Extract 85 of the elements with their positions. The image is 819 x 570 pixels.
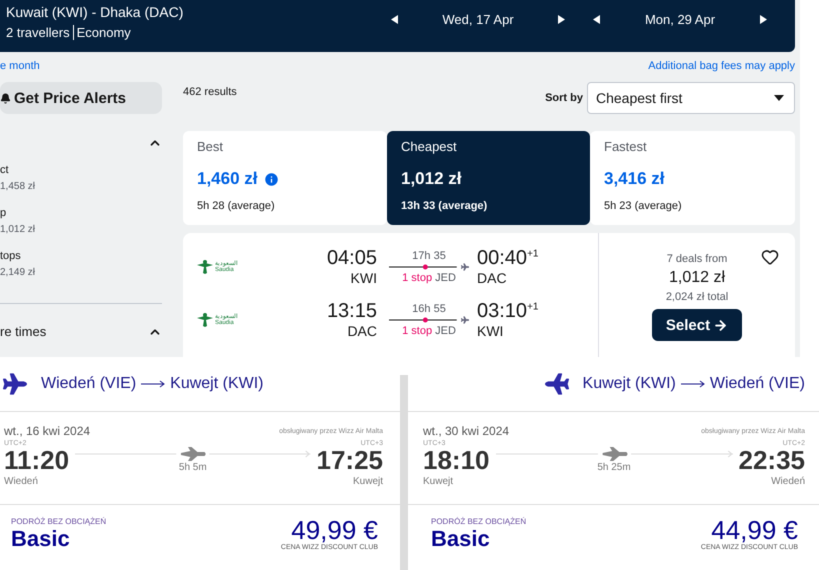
deals-label: 7 deals from	[666, 253, 728, 265]
stops-option-price: 2,149 zł	[0, 267, 36, 278]
cabin-label: Economy	[72, 25, 134, 40]
tab-duration: 5h 23 (average)	[604, 200, 683, 212]
sort-tab[interactable]: Fastest 3,416 zł 5h 23 (average)	[590, 131, 795, 225]
route-destination: Wiedeń (VIE)	[710, 375, 805, 393]
city-label: Kuwejt	[352, 476, 383, 487]
arrival-time: 22:35	[738, 447, 805, 473]
sort-tab[interactable]: Best 1,460 zł 5h 28 (average)	[183, 131, 387, 225]
flight-date: wt., 30 kwi 2024	[423, 424, 510, 438]
total-price: 2,024 zł total	[666, 291, 728, 303]
departure-time: 04:05	[326, 247, 377, 270]
airport-code: DAC	[477, 270, 507, 286]
next-arrow-icon[interactable]	[760, 14, 767, 24]
arrow-right-icon	[713, 318, 728, 332]
select-button[interactable]: Select	[652, 309, 742, 341]
prev-arrow-icon[interactable]	[593, 14, 600, 24]
next-arrow-icon[interactable]	[558, 14, 565, 24]
departure-time: 18:10	[423, 447, 490, 473]
tab-label: Cheapest	[401, 139, 458, 154]
plane-icon	[544, 372, 569, 396]
flight-duration: 5h 25m	[597, 462, 631, 473]
price-alerts-button[interactable]: Get Price Alerts	[0, 82, 162, 114]
route-origin: Wiedeń (VIE)	[41, 375, 136, 393]
tab-duration: 5h 28 (average)	[197, 200, 276, 212]
date-label[interactable]: Mon, 29 Apr	[614, 12, 746, 26]
sort-label: Sort by	[545, 92, 583, 104]
arrival-time: 03:10$^{+1}$	[477, 300, 538, 323]
city-label: Kuwejt	[423, 476, 454, 487]
plane-icon	[460, 262, 469, 272]
date-label[interactable]: Wed, 17 Apr	[412, 12, 544, 26]
route-origin: Kuwejt (KWI)	[582, 375, 676, 393]
airport-code: DAC	[347, 323, 377, 339]
flight-duration: 5h 5m	[178, 462, 207, 473]
stops-info: 1 stop JED	[402, 324, 456, 336]
stops-info: 1 stop JED	[402, 272, 456, 284]
city-label: Wiedeń	[771, 476, 805, 487]
sort-dropdown[interactable]: Cheapest first	[587, 82, 795, 114]
fare-name: Basic	[431, 526, 491, 552]
bell-icon	[0, 92, 11, 104]
route-title: Kuwait (KWI) - Dhaka (DAC)	[6, 4, 184, 20]
tab-price: 1,460 zł	[197, 169, 258, 189]
flight-duration: 16h 55	[412, 302, 446, 314]
fare-tagline: PODRÓŻ BEZ OBCIĄŻEŃ	[431, 517, 526, 526]
airport-code: KWI	[350, 270, 377, 286]
deal-price: 1,012 zł	[668, 269, 726, 287]
city-label: Wiedeń	[4, 476, 38, 487]
tab-label: Best	[197, 139, 224, 154]
section-title[interactable]: re times	[0, 324, 46, 339]
departure-time: 11:20	[4, 447, 70, 473]
fare-price: 44,99 €	[711, 517, 798, 544]
plane-icon	[460, 314, 469, 324]
stops-option-label[interactable]: ct	[0, 164, 162, 176]
route-line	[389, 262, 457, 270]
tab-label: Fastest	[604, 139, 648, 154]
arrow-icon	[680, 380, 706, 388]
airport-code: KWI	[477, 323, 504, 339]
plane-icon	[3, 372, 27, 396]
stops-option-price: 1,012 zł	[0, 224, 36, 235]
fare-name: Basic	[11, 526, 71, 552]
arrival-time: 17:25	[316, 447, 383, 473]
travellers-label: 2 travellers	[6, 25, 71, 40]
flight-duration: 17h 35	[412, 250, 446, 262]
route-destination: Kuwejt (KWI)	[170, 375, 264, 393]
stops-option-label[interactable]: tops	[0, 250, 162, 262]
fare-tagline: PODRÓŻ BEZ OBCIĄŻEŃ	[11, 517, 106, 526]
info-icon[interactable]	[264, 172, 278, 186]
prev-arrow-icon[interactable]	[391, 14, 398, 24]
stops-option-label[interactable]: p	[0, 207, 162, 219]
fare-price: 49,99 €	[291, 517, 378, 544]
tab-duration: 13h 33 (average)	[401, 200, 488, 212]
bag-fees-link[interactable]: Additional bag fees may apply	[648, 60, 795, 82]
tab-price: 3,416 zł	[604, 169, 664, 189]
sort-tab[interactable]: Cheapest 1,012 zł 13h 33 (average)	[387, 131, 590, 225]
stops-option-price: 1,458 zł	[0, 181, 36, 192]
arrow-icon	[140, 380, 166, 388]
departure-time: 13:15	[326, 300, 377, 323]
results-count: 462 results	[183, 85, 237, 100]
route-line	[389, 316, 457, 324]
month-link[interactable]: e month	[0, 60, 40, 82]
save-heart-icon[interactable]	[761, 248, 779, 266]
caret-icon	[774, 95, 784, 101]
arrival-time: 00:40$^{+1}$	[477, 247, 538, 270]
flight-date: wt., 16 kwi 2024	[4, 424, 90, 438]
tab-price: 1,012 zł	[401, 169, 462, 189]
